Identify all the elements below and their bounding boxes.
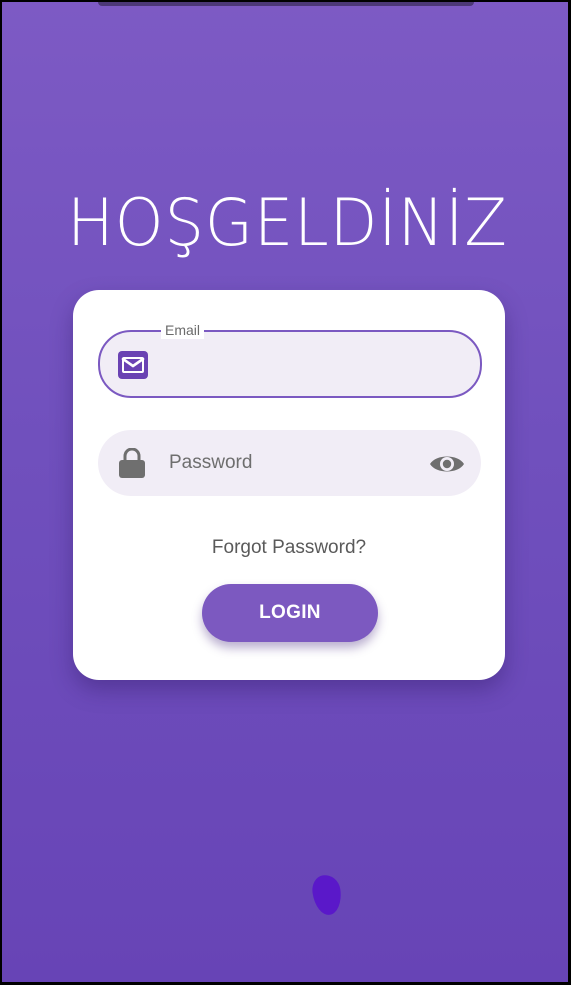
mail-icon — [118, 351, 148, 379]
email-field[interactable]: Email — [98, 321, 482, 398]
login-button[interactable]: LOGIN — [202, 584, 378, 642]
lock-icon — [118, 447, 146, 478]
email-label: Email — [161, 321, 205, 339]
status-bar-notch — [98, 2, 474, 6]
login-card: Email Password Forgot Password? LOGIN — [73, 290, 505, 680]
password-field[interactable]: Password — [98, 430, 481, 496]
login-screen: HOŞGELDİNİZ Email Password Forgot Passwo… — [2, 2, 568, 982]
password-placeholder: Password — [169, 452, 253, 473]
touch-indicator — [310, 873, 344, 917]
eye-icon[interactable] — [429, 451, 465, 477]
forgot-password-link[interactable]: Forgot Password? — [73, 536, 505, 560]
welcome-title: HOŞGELDİNİZ — [67, 184, 508, 261]
